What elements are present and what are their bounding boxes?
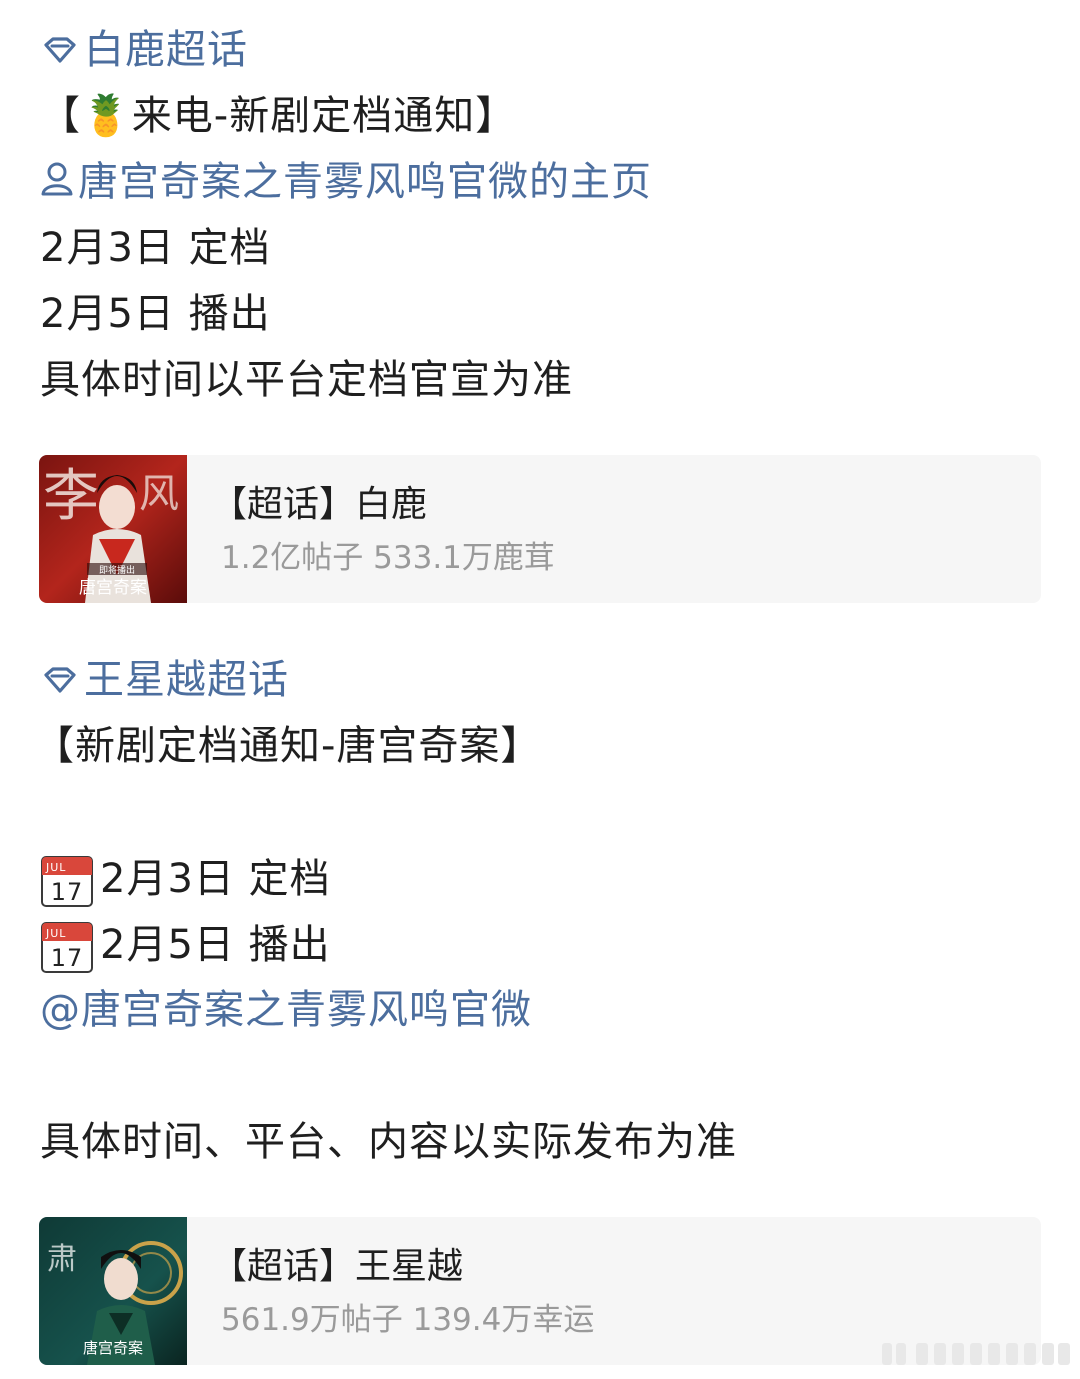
calendar-month: JUL	[45, 861, 66, 874]
card-stats: 561.9万帖子 139.4万幸运	[221, 1302, 595, 1338]
svg-text:李: 李	[43, 464, 99, 529]
supertopic-label: 白鹿超话	[84, 27, 248, 73]
card-thumbnail: 肃 唐宫奇案	[39, 1217, 187, 1365]
text-line: 2月5日 播出	[40, 291, 271, 337]
text-line: 2月3日 定档	[100, 856, 331, 902]
svg-text:肃: 肃	[47, 1242, 77, 1277]
schedule-line: JUL 17 2月3日 定档	[40, 854, 331, 908]
person-icon	[40, 160, 74, 208]
supertopic-card-bailu[interactable]: 李 风 即将播出 唐宫奇案 【超话】白鹿 1.2亿帖子 533.1万鹿茸	[39, 455, 1041, 603]
calendar-day: 17	[51, 944, 84, 972]
text-line: 具体时间以平台定档官宣为准	[40, 357, 573, 403]
watermark-stripes	[882, 1339, 1072, 1369]
thumb-caption: 即将播出	[99, 564, 135, 576]
post-heading: 【🍍来电-新剧定档通知】	[40, 93, 517, 139]
supertopic-diamond-icon	[40, 28, 80, 76]
calendar-icon: JUL 17	[40, 920, 94, 974]
supertopic-label: 王星越超话	[84, 657, 289, 703]
thumb-title: 唐宫奇案	[83, 1339, 143, 1357]
schedule-line: JUL 17 2月5日 播出	[40, 920, 331, 974]
footer-note: 具体时间、平台、内容以实际发布为准	[40, 1119, 737, 1165]
card-thumbnail: 李 风 即将播出 唐宫奇案	[39, 455, 187, 603]
card-title: 【超话】白鹿	[211, 484, 428, 525]
mention-link[interactable]: @唐宫奇案之青雾风鸣官微	[40, 986, 532, 1034]
thumb-title: 唐宫奇案	[79, 577, 147, 598]
supertopic-diamond-icon	[40, 658, 80, 706]
supertopic-link-wangxingyue[interactable]: 王星越超话	[40, 656, 289, 706]
calendar-day: 17	[51, 878, 84, 906]
text-line: 2月5日 播出	[100, 922, 331, 968]
calendar-month: JUL	[45, 927, 66, 940]
profile-link[interactable]: 唐宫奇案之青雾风鸣官微的主页	[40, 158, 652, 208]
profile-link-label: 唐宫奇案之青雾风鸣官微的主页	[78, 159, 652, 205]
supertopic-link-bailu[interactable]: 白鹿超话	[40, 26, 248, 76]
post-heading: 【新剧定档通知-唐宫奇案】	[34, 723, 542, 769]
text-line: 2月3日 定档	[40, 225, 271, 271]
card-title: 【超话】王星越	[211, 1246, 464, 1287]
card-stats: 1.2亿帖子 533.1万鹿茸	[221, 540, 555, 576]
calendar-icon: JUL 17	[40, 854, 94, 908]
svg-text:风: 风	[139, 471, 179, 517]
